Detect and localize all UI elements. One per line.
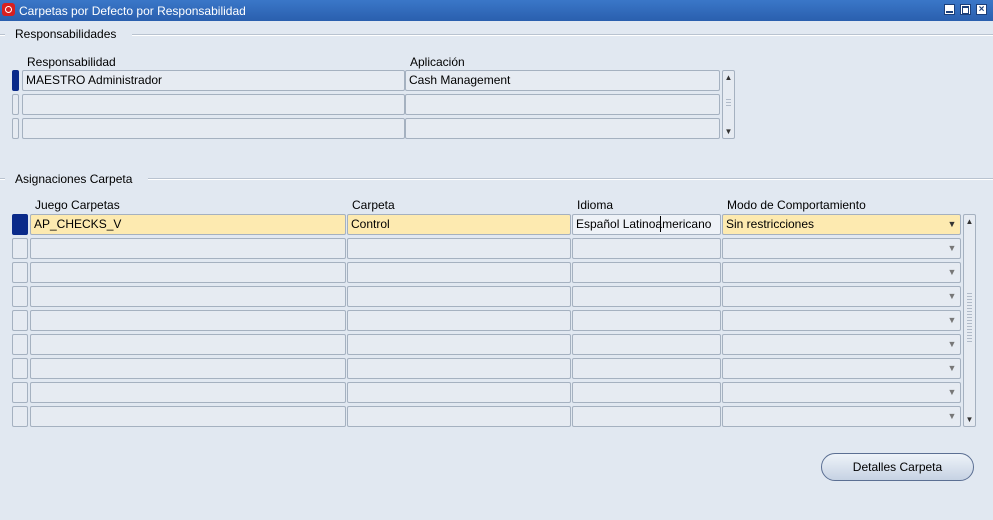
responsabilidades-scrollbar[interactable]: ▲ ▼ [722,70,735,139]
column-header-juego-carpetas: Juego Carpetas [35,198,120,212]
juego-carpetas-field[interactable] [30,310,346,331]
juego-carpetas-field[interactable]: AP_CHECKS_V [30,214,346,235]
modo-comportamiento-select[interactable]: Sin restricciones ▼ [722,214,961,235]
aplicacion-field[interactable] [405,118,720,139]
close-icon[interactable]: × [976,4,987,15]
section-title-responsabilidades: Responsabilidades [15,27,117,41]
modo-comportamiento-select[interactable]: ▼ [722,334,961,355]
record-indicator[interactable] [12,358,28,379]
oracle-logo-icon [2,3,15,16]
record-indicator[interactable] [12,94,19,115]
column-header-modo-comportamiento: Modo de Comportamiento [727,198,866,212]
carpeta-field[interactable] [347,238,571,259]
carpeta-field[interactable]: Control [347,214,571,235]
scroll-grip[interactable] [726,99,731,108]
record-indicator[interactable] [12,334,28,355]
carpeta-field[interactable] [347,406,571,427]
record-indicator[interactable] [12,118,19,139]
maximize-icon[interactable] [960,4,971,15]
modo-comportamiento-value: Sin restricciones [726,217,815,231]
juego-carpetas-field[interactable] [30,358,346,379]
chevron-down-icon[interactable]: ▼ [946,359,958,378]
carpeta-field[interactable] [347,358,571,379]
section-title-asignaciones: Asignaciones Carpeta [15,172,133,186]
chevron-down-icon[interactable]: ▼ [946,263,958,282]
modo-comportamiento-select[interactable]: ▼ [722,262,961,283]
section-divider [132,34,993,36]
section-divider [0,178,5,180]
section-divider [148,178,993,180]
chevron-down-icon[interactable]: ▼ [946,407,958,426]
column-header-carpeta: Carpeta [352,198,395,212]
responsabilidad-field[interactable] [22,118,405,139]
record-indicator[interactable] [12,406,28,427]
carpeta-field[interactable] [347,334,571,355]
chevron-down-icon[interactable]: ▼ [946,239,958,258]
chevron-down-icon[interactable]: ▼ [946,383,958,402]
chevron-down-icon[interactable]: ▼ [946,215,958,234]
idioma-field[interactable] [572,406,721,427]
responsabilidad-field[interactable]: MAESTRO Administrador [22,70,405,91]
modo-comportamiento-select[interactable]: ▼ [722,310,961,331]
arrow-down-icon[interactable]: ▼ [723,125,734,138]
juego-carpetas-field[interactable] [30,382,346,403]
record-indicator[interactable] [12,70,19,91]
idioma-field[interactable] [572,382,721,403]
juego-carpetas-field[interactable] [30,334,346,355]
chevron-down-icon[interactable]: ▼ [946,335,958,354]
record-indicator[interactable] [12,238,28,259]
arrow-down-icon[interactable]: ▼ [964,413,975,426]
modo-comportamiento-select[interactable]: ▼ [722,382,961,403]
carpeta-field[interactable] [347,262,571,283]
record-indicator[interactable] [12,286,28,307]
section-divider [0,34,5,36]
idioma-field[interactable] [572,286,721,307]
juego-carpetas-field[interactable] [30,262,346,283]
idioma-field[interactable] [572,310,721,331]
carpeta-field[interactable] [347,310,571,331]
column-header-aplicacion: Aplicación [410,55,465,69]
aplicacion-field[interactable]: Cash Management [405,70,720,91]
record-indicator[interactable] [12,382,28,403]
column-header-responsabilidad: Responsabilidad [27,55,116,69]
modo-comportamiento-select[interactable]: ▼ [722,406,961,427]
arrow-up-icon[interactable]: ▲ [964,215,975,228]
scroll-grip[interactable] [967,293,972,343]
carpeta-field[interactable] [347,286,571,307]
idioma-field[interactable] [572,262,721,283]
responsabilidad-field[interactable] [22,94,405,115]
aplicacion-field[interactable] [405,94,720,115]
record-indicator[interactable] [12,214,28,235]
idioma-field[interactable] [572,238,721,259]
chevron-down-icon[interactable]: ▼ [946,311,958,330]
juego-carpetas-field[interactable] [30,406,346,427]
record-indicator[interactable] [12,310,28,331]
idioma-field[interactable] [572,334,721,355]
asignaciones-scrollbar[interactable]: ▲ ▼ [963,214,976,427]
modo-comportamiento-select[interactable]: ▼ [722,286,961,307]
column-header-idioma: Idioma [577,198,614,212]
text-cursor [660,216,661,232]
window-titlebar: Carpetas por Defecto por Responsabilidad… [0,0,993,21]
record-indicator[interactable] [12,262,28,283]
modo-comportamiento-select[interactable]: ▼ [722,358,961,379]
modo-comportamiento-select[interactable]: ▼ [722,238,961,259]
arrow-up-icon[interactable]: ▲ [723,71,734,84]
chevron-down-icon[interactable]: ▼ [946,287,958,306]
idioma-field[interactable] [572,358,721,379]
juego-carpetas-field[interactable] [30,238,346,259]
window-title: Carpetas por Defecto por Responsabilidad [19,4,246,18]
minimize-icon[interactable] [944,4,955,15]
detalles-carpeta-button[interactable]: Detalles Carpeta [821,453,974,481]
juego-carpetas-field[interactable] [30,286,346,307]
carpeta-field[interactable] [347,382,571,403]
idioma-field[interactable]: Español Latinoamericano [572,214,721,235]
